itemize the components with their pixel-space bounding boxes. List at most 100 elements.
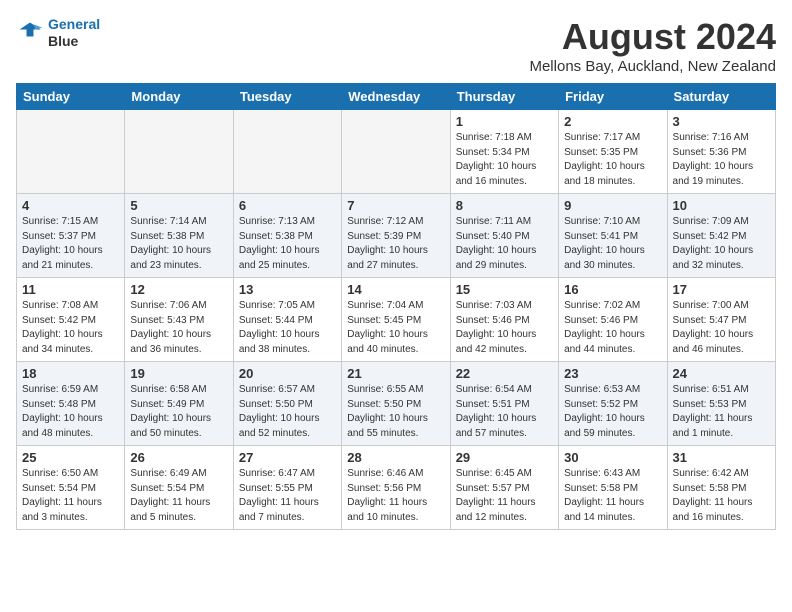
day-info: Sunrise: 6:49 AMSunset: 5:54 PMDaylight:… <box>130 467 227 525</box>
calendar-day-cell: 5 Sunrise: 7:14 AMSunset: 5:38 PMDaylight… <box>125 194 233 278</box>
day-number: 26 <box>130 450 227 465</box>
day-info: Sunrise: 7:15 AMSunset: 5:37 PMDaylight:… <box>22 215 119 273</box>
day-number: 4 <box>22 198 119 213</box>
calendar-day-cell: 1Sunrise: 7:18 AMSunset: 5:34 PMDaylight… <box>450 110 558 194</box>
calendar-day-cell: 18 Sunrise: 6:59 AMSunset: 5:48 PMDayligh… <box>17 362 125 446</box>
day-number: 27 <box>239 450 336 465</box>
day-number: 11 <box>22 282 119 297</box>
calendar-day-cell: 31 Sunrise: 6:42 AMSunset: 5:58 PMDayligh… <box>667 446 775 530</box>
page-header: General Blue August 2024 Mellons Bay, Au… <box>16 16 776 75</box>
calendar-day-cell: 10 Sunrise: 7:09 AMSunset: 5:42 PMDayligh… <box>667 194 775 278</box>
calendar-day-cell: 13 Sunrise: 7:05 AMSunset: 5:44 PMDayligh… <box>233 278 341 362</box>
calendar-day-cell: 19 Sunrise: 6:58 AMSunset: 5:49 PMDayligh… <box>125 362 233 446</box>
calendar-week-row: 25 Sunrise: 6:50 AMSunset: 5:54 PMDayligh… <box>17 446 776 530</box>
day-number: 30 <box>564 450 661 465</box>
month-title: August 2024 <box>529 16 776 58</box>
calendar-day-cell: 9 Sunrise: 7:10 AMSunset: 5:41 PMDaylight… <box>559 194 667 278</box>
day-info: Sunrise: 6:46 AMSunset: 5:56 PMDaylight:… <box>347 467 444 525</box>
day-info: Sunrise: 6:45 AMSunset: 5:57 PMDaylight:… <box>456 467 553 525</box>
day-info: Sunrise: 7:02 AMSunset: 5:46 PMDaylight:… <box>564 299 661 357</box>
day-number: 5 <box>130 198 227 213</box>
calendar-day-cell: 20 Sunrise: 6:57 AMSunset: 5:50 PMDayligh… <box>233 362 341 446</box>
calendar-table: SundayMondayTuesdayWednesdayThursdayFrid… <box>16 83 776 530</box>
day-number: 20 <box>239 366 336 381</box>
calendar-day-cell <box>342 110 450 194</box>
calendar-week-row: 4 Sunrise: 7:15 AMSunset: 5:37 PMDaylight… <box>17 194 776 278</box>
day-info: Sunrise: 7:00 AMSunset: 5:47 PMDaylight:… <box>673 299 770 357</box>
calendar-day-cell: 3Sunrise: 7:16 AMSunset: 5:36 PMDaylight… <box>667 110 775 194</box>
logo: General Blue <box>16 16 100 50</box>
day-info: Sunrise: 7:10 AMSunset: 5:41 PMDaylight:… <box>564 215 661 273</box>
calendar-day-cell: 12Sunrise: 7:06 AMSunset: 5:43 PMDayligh… <box>125 278 233 362</box>
day-info: Sunrise: 6:59 AMSunset: 5:48 PMDaylight:… <box>22 383 119 441</box>
day-info: Sunrise: 6:54 AMSunset: 5:51 PMDaylight:… <box>456 383 553 441</box>
calendar-day-cell: 11Sunrise: 7:08 AMSunset: 5:42 PMDayligh… <box>17 278 125 362</box>
day-info: Sunrise: 7:03 AMSunset: 5:46 PMDaylight:… <box>456 299 553 357</box>
calendar-day-cell: 27 Sunrise: 6:47 AMSunset: 5:55 PMDayligh… <box>233 446 341 530</box>
calendar-day-cell <box>17 110 125 194</box>
calendar-week-row: 11Sunrise: 7:08 AMSunset: 5:42 PMDayligh… <box>17 278 776 362</box>
day-info: Sunrise: 6:55 AMSunset: 5:50 PMDaylight:… <box>347 383 444 441</box>
day-info: Sunrise: 7:13 AMSunset: 5:38 PMDaylight:… <box>239 215 336 273</box>
calendar-day-cell: 23 Sunrise: 6:53 AMSunset: 5:52 PMDayligh… <box>559 362 667 446</box>
day-info: Sunrise: 6:43 AMSunset: 5:58 PMDaylight:… <box>564 467 661 525</box>
day-number: 7 <box>347 198 444 213</box>
day-info: Sunrise: 7:09 AMSunset: 5:42 PMDaylight:… <box>673 215 770 273</box>
logo-text: General Blue <box>48 16 100 50</box>
day-info: Sunrise: 6:47 AMSunset: 5:55 PMDaylight:… <box>239 467 336 525</box>
day-number: 18 <box>22 366 119 381</box>
day-number: 23 <box>564 366 661 381</box>
calendar-day-cell: 2Sunrise: 7:17 AMSunset: 5:35 PMDaylight… <box>559 110 667 194</box>
calendar-day-cell: 4 Sunrise: 7:15 AMSunset: 5:37 PMDaylight… <box>17 194 125 278</box>
day-number: 2 <box>564 114 661 129</box>
weekday-header: Tuesday <box>233 84 341 110</box>
calendar-day-cell: 6 Sunrise: 7:13 AMSunset: 5:38 PMDaylight… <box>233 194 341 278</box>
day-info: Sunrise: 6:51 AMSunset: 5:53 PMDaylight:… <box>673 383 770 441</box>
calendar-day-cell: 21 Sunrise: 6:55 AMSunset: 5:50 PMDayligh… <box>342 362 450 446</box>
calendar-week-row: 1Sunrise: 7:18 AMSunset: 5:34 PMDaylight… <box>17 110 776 194</box>
day-number: 13 <box>239 282 336 297</box>
calendar-day-cell: 29Sunrise: 6:45 AMSunset: 5:57 PMDayligh… <box>450 446 558 530</box>
day-info: Sunrise: 7:06 AMSunset: 5:43 PMDaylight:… <box>130 299 227 357</box>
calendar-day-cell: 16 Sunrise: 7:02 AMSunset: 5:46 PMDayligh… <box>559 278 667 362</box>
day-number: 25 <box>22 450 119 465</box>
calendar-day-cell: 17 Sunrise: 7:00 AMSunset: 5:47 PMDayligh… <box>667 278 775 362</box>
calendar-day-cell: 25 Sunrise: 6:50 AMSunset: 5:54 PMDayligh… <box>17 446 125 530</box>
calendar-day-cell: 7Sunrise: 7:12 AMSunset: 5:39 PMDaylight… <box>342 194 450 278</box>
day-number: 17 <box>673 282 770 297</box>
weekday-header: Wednesday <box>342 84 450 110</box>
weekday-header: Sunday <box>17 84 125 110</box>
day-info: Sunrise: 7:04 AMSunset: 5:45 PMDaylight:… <box>347 299 444 357</box>
day-number: 19 <box>130 366 227 381</box>
day-number: 10 <box>673 198 770 213</box>
calendar-header-row: SundayMondayTuesdayWednesdayThursdayFrid… <box>17 84 776 110</box>
day-info: Sunrise: 7:11 AMSunset: 5:40 PMDaylight:… <box>456 215 553 273</box>
location: Mellons Bay, Auckland, New Zealand <box>529 58 776 75</box>
calendar-day-cell <box>125 110 233 194</box>
calendar-week-row: 18 Sunrise: 6:59 AMSunset: 5:48 PMDayligh… <box>17 362 776 446</box>
weekday-header: Saturday <box>667 84 775 110</box>
calendar-day-cell <box>233 110 341 194</box>
day-info: Sunrise: 7:14 AMSunset: 5:38 PMDaylight:… <box>130 215 227 273</box>
day-info: Sunrise: 6:57 AMSunset: 5:50 PMDaylight:… <box>239 383 336 441</box>
day-number: 21 <box>347 366 444 381</box>
day-number: 16 <box>564 282 661 297</box>
day-number: 22 <box>456 366 553 381</box>
day-info: Sunrise: 7:05 AMSunset: 5:44 PMDaylight:… <box>239 299 336 357</box>
day-number: 31 <box>673 450 770 465</box>
day-info: Sunrise: 6:58 AMSunset: 5:49 PMDaylight:… <box>130 383 227 441</box>
calendar-day-cell: 15 Sunrise: 7:03 AMSunset: 5:46 PMDayligh… <box>450 278 558 362</box>
day-number: 3 <box>673 114 770 129</box>
day-number: 6 <box>239 198 336 213</box>
day-info: Sunrise: 6:42 AMSunset: 5:58 PMDaylight:… <box>673 467 770 525</box>
calendar-day-cell: 14Sunrise: 7:04 AMSunset: 5:45 PMDayligh… <box>342 278 450 362</box>
title-block: August 2024 Mellons Bay, Auckland, New Z… <box>529 16 776 75</box>
day-number: 15 <box>456 282 553 297</box>
day-info: Sunrise: 6:53 AMSunset: 5:52 PMDaylight:… <box>564 383 661 441</box>
logo-icon <box>16 19 44 47</box>
day-info: Sunrise: 6:50 AMSunset: 5:54 PMDaylight:… <box>22 467 119 525</box>
weekday-header: Friday <box>559 84 667 110</box>
weekday-header: Monday <box>125 84 233 110</box>
calendar-day-cell: 26 Sunrise: 6:49 AMSunset: 5:54 PMDayligh… <box>125 446 233 530</box>
day-number: 9 <box>564 198 661 213</box>
